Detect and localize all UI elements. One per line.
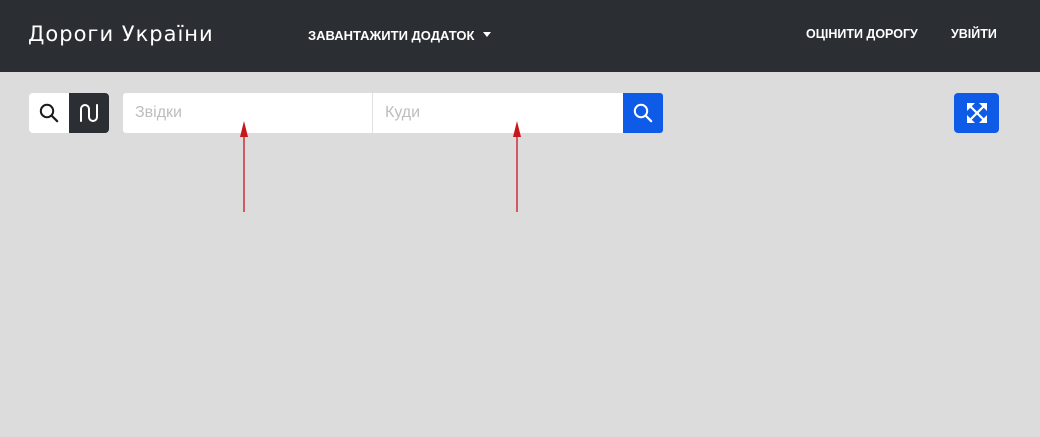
to-input[interactable] [373,93,623,133]
search-mode-toggle [29,93,109,133]
route-mode-button[interactable] [69,93,109,133]
search-icon [39,103,59,123]
search-mode-button[interactable] [29,93,69,133]
route-search-button[interactable] [623,93,663,133]
search-icon [633,103,653,123]
download-app-dropdown[interactable]: ЗАВАНТАЖИТИ ДОДАТОК [308,26,492,44]
fullscreen-button[interactable] [954,93,999,133]
from-input[interactable] [123,93,373,133]
rate-road-link[interactable]: ОЦІНИТИ ДОРОГУ [806,26,918,42]
caret-down-icon [483,31,492,37]
expand-icon [966,103,987,123]
annotation-arrow-from [240,121,248,212]
brand-logo-text[interactable]: Дороги України [28,20,214,48]
route-icon [80,104,98,122]
route-form [123,93,663,133]
download-app-label: ЗАВАНТАЖИТИ ДОДАТОК [308,27,475,43]
top-navbar: Дороги України ЗАВАНТАЖИТИ ДОДАТОК ОЦІНИ… [0,0,1040,72]
login-link[interactable]: УВІЙТИ [951,26,997,42]
annotation-arrow-to [513,121,521,212]
